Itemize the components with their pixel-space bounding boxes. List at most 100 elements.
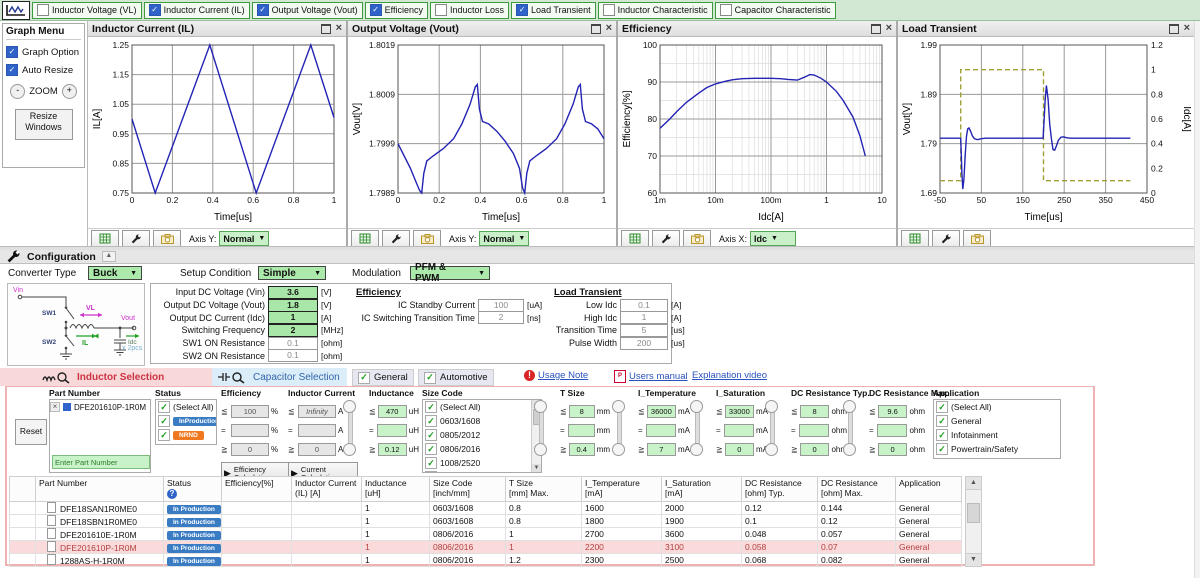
param-field[interactable]: 100 (478, 299, 524, 312)
column-header[interactable]: I_Saturation [mA] (662, 477, 742, 502)
range-slider[interactable] (765, 400, 777, 456)
scroll-down-icon[interactable]: ▼ (966, 553, 981, 566)
param-field[interactable]: 1 (268, 311, 318, 324)
range-field[interactable] (231, 424, 269, 437)
snapshot-button[interactable] (153, 230, 181, 247)
table-row[interactable]: DFE201610P-1R0MIn Production10806/201612… (10, 541, 962, 554)
range-field[interactable]: Infinity (298, 405, 336, 418)
slider-handle-min[interactable] (612, 443, 625, 456)
maximize-icon[interactable] (591, 24, 601, 34)
column-header[interactable]: Inductor Current (IL) [A] (292, 477, 362, 502)
checkbox-option[interactable]: ✓1008/2520 (423, 456, 531, 470)
checkbox-option[interactable]: ✓Powertrain/Safety (934, 442, 1060, 456)
range-slider[interactable] (612, 400, 624, 456)
column-header[interactable]: T Size [mm] Max. (506, 477, 582, 502)
param-field[interactable]: 1.8 (268, 299, 318, 312)
maximize-icon[interactable] (321, 24, 331, 34)
resize-windows-button[interactable]: Resize Windows (15, 109, 73, 140)
slider-handle-min[interactable] (843, 443, 856, 456)
general-checkbox[interactable]: ✓ General (352, 369, 414, 386)
range-field[interactable] (724, 424, 754, 437)
axis-y-select[interactable]: Normal▼ (479, 231, 529, 246)
graph-settings-button[interactable] (932, 230, 960, 247)
column-header[interactable] (10, 477, 36, 502)
range-field[interactable]: 0.12 (378, 443, 407, 456)
status-help-icon[interactable]: ? (167, 489, 177, 499)
snapshot-button[interactable] (413, 230, 441, 247)
param-field[interactable]: 0.1 (268, 337, 318, 350)
range-field[interactable]: 0 (878, 443, 908, 456)
checkbox-option[interactable]: ✓Infotainment (934, 428, 1060, 442)
param-field[interactable]: 3.6 (268, 286, 318, 299)
range-field[interactable] (568, 424, 595, 437)
range-field[interactable]: 0.4 (569, 443, 595, 456)
checkbox-option[interactable]: ✓1206/3216 (423, 470, 531, 473)
slider-handle-max[interactable] (534, 400, 547, 413)
explanation-video-link[interactable]: Explanation video (692, 370, 767, 381)
range-field[interactable] (877, 424, 907, 437)
toolbar-toggle-6[interactable]: Inductor Characteristic (598, 2, 713, 19)
checkbox-option[interactable]: ✓General (934, 414, 1060, 428)
table-row[interactable]: 1288AS-H-1R0MIn Production10806/20161.22… (10, 554, 962, 567)
slider-handle-min[interactable] (343, 443, 356, 456)
param-field[interactable]: 2 (478, 311, 524, 324)
checkbox-option[interactable]: ✓0603/1608 (423, 414, 531, 428)
usage-note-link[interactable]: ! Usage Note (524, 370, 588, 381)
column-header[interactable]: Application (896, 477, 962, 502)
graph-settings-button[interactable] (122, 230, 150, 247)
range-field[interactable]: 0 (231, 443, 269, 456)
reset-button[interactable]: Reset (15, 419, 47, 445)
range-field[interactable]: 0 (800, 443, 830, 456)
range-slider[interactable] (534, 400, 546, 456)
range-slider[interactable] (690, 400, 702, 456)
tab-inductor-selection[interactable]: Inductor Selection (0, 368, 212, 386)
column-header[interactable]: Inductance [uH] (362, 477, 430, 502)
table-row[interactable]: DFE201610E-1R0MIn Production10806/201612… (10, 528, 962, 541)
status-option[interactable]: ✓(Select All) (156, 400, 216, 414)
range-field[interactable]: 8 (569, 405, 595, 418)
close-icon[interactable]: × (336, 23, 342, 34)
column-header[interactable]: DC Resistance [ohm] Max. (818, 477, 896, 502)
range-field[interactable]: 9.6 (878, 405, 908, 418)
checkbox-option[interactable]: ✓(Select All) (423, 400, 531, 414)
page-scrollbar[interactable] (1194, 21, 1200, 578)
toolbar-toggle-7[interactable]: Capacitor Characteristic (715, 2, 836, 19)
column-header[interactable]: Status? (164, 477, 222, 502)
range-slider[interactable] (843, 400, 855, 456)
slider-handle-max[interactable] (843, 400, 856, 413)
checkbox-option[interactable]: ✓(Select All) (934, 400, 1060, 414)
status-option[interactable]: ✓InProduction (156, 414, 216, 428)
range-field[interactable]: 0 (298, 443, 336, 456)
slider-handle-min[interactable] (690, 443, 703, 456)
maximize-icon[interactable] (871, 24, 881, 34)
range-field[interactable]: 470 (378, 405, 407, 418)
range-field[interactable] (799, 424, 829, 437)
axis-x-select[interactable]: Idc▼ (750, 231, 796, 246)
toolbar-toggle-0[interactable]: Inductor Voltage (VL) (32, 2, 142, 19)
param-field[interactable]: 0.1 (620, 299, 668, 312)
table-row[interactable]: DFE18SBN1R0ME0In Production10603/16080.8… (10, 515, 962, 528)
close-icon[interactable]: × (1184, 23, 1190, 34)
param-field[interactable]: 0.1 (268, 349, 318, 362)
close-icon[interactable]: × (606, 23, 612, 34)
param-field[interactable]: 2 (268, 324, 318, 337)
tab-capacitor-selection[interactable]: Capacitor Selection (212, 368, 347, 386)
slider-handle-min[interactable] (534, 443, 547, 456)
export-data-button[interactable] (91, 230, 119, 247)
selected-part-chip[interactable]: × DFE201610P-1R0M (50, 402, 150, 412)
modulation-select[interactable]: PFM & PWM▼ (410, 266, 490, 280)
slider-handle-max[interactable] (612, 400, 625, 413)
param-field[interactable]: 5 (620, 324, 668, 337)
export-data-button[interactable] (621, 230, 649, 247)
column-header[interactable]: DC Resistance [ohm] Typ. (742, 477, 818, 502)
zoom-in-button[interactable]: + (62, 84, 77, 99)
collapse-icon[interactable]: ▲ (102, 251, 116, 262)
slider-handle-min[interactable] (765, 443, 778, 456)
column-header[interactable]: Efficiency[%] (222, 477, 292, 502)
graph-settings-button[interactable] (652, 230, 680, 247)
range-field[interactable] (646, 424, 676, 437)
range-field[interactable] (298, 424, 336, 437)
column-header[interactable]: I_Temperature [mA] (582, 477, 662, 502)
scroll-thumb[interactable] (967, 503, 980, 523)
export-data-button[interactable] (351, 230, 379, 247)
